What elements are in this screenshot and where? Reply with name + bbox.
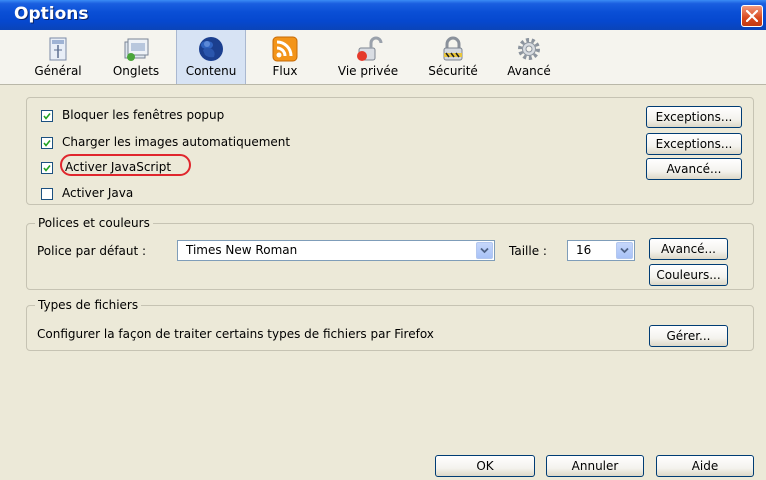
default-font-select[interactable]: Times New Roman [177,240,495,261]
tab-security[interactable]: Sécurité [420,30,486,84]
tab-content[interactable]: Contenu [176,30,246,84]
font-size-select[interactable]: 16 [567,240,635,261]
globe-icon [199,37,223,61]
javascript-advanced-button[interactable]: Avancé... [646,158,742,180]
general-icon [49,37,67,61]
javascript-checkbox[interactable] [41,162,53,174]
fonts-colors-group: Polices et couleurs Police par défaut : … [26,216,754,290]
default-font-label: Police par défaut : [37,244,147,258]
fonts-advanced-button[interactable]: Avancé... [649,238,728,260]
tab-tabs-label: Onglets [112,64,160,78]
chevron-down-icon[interactable] [616,242,633,259]
font-size-value: 16 [576,243,592,257]
javascript-highlight-ring [60,154,191,176]
file-types-title: Types de fichiers [35,298,142,312]
manage-button[interactable]: Gérer... [649,325,728,347]
tab-advanced[interactable]: Avancé [500,30,558,84]
size-label: Taille : [509,244,547,258]
security-lock-icon [443,36,463,61]
tab-tabs[interactable]: Onglets [104,30,168,84]
checkmark-icon [43,140,51,147]
tab-privacy-label: Vie privée [337,64,399,78]
help-button[interactable]: Aide [656,455,754,477]
tab-feeds-label: Flux [272,64,298,78]
fonts-colors-title: Polices et couleurs [35,216,153,230]
content-group: Bloquer les fenêtres popup Exceptions...… [26,97,754,205]
feed-icon [272,36,298,62]
close-icon [746,10,758,22]
checkmark-icon [43,165,51,172]
popup-checkbox[interactable] [41,110,53,122]
options-dialog: Options Général Onglets Contenu Flux Vie… [0,0,766,480]
tabs-icon [124,38,149,61]
options-toolbar: Général Onglets Contenu Flux Vie privée … [0,30,766,85]
gear-icon [518,38,540,60]
checkmark-icon [43,113,51,120]
tab-general[interactable]: Général [26,30,90,84]
tab-content-label: Contenu [185,64,237,78]
tab-privacy[interactable]: Vie privée [330,30,406,84]
file-types-description: Configurer la façon de traiter certains … [37,327,434,341]
tab-security-label: Sécurité [428,64,478,78]
title-bar[interactable]: Options [0,0,766,30]
java-checkbox[interactable] [41,188,53,200]
java-label[interactable]: Activer Java [62,186,133,200]
privacy-lock-icon [357,36,383,61]
default-font-value: Times New Roman [186,243,298,257]
close-button[interactable] [741,5,763,27]
popup-label[interactable]: Bloquer les fenêtres popup [62,108,224,122]
images-checkbox[interactable] [41,137,53,149]
tab-advanced-label: Avancé [507,64,551,78]
colors-button[interactable]: Couleurs... [649,264,728,286]
images-exceptions-button[interactable]: Exceptions... [646,133,742,155]
images-label[interactable]: Charger les images automatiquement [62,135,290,149]
tab-feeds[interactable]: Flux [256,30,314,84]
chevron-down-icon[interactable] [476,242,493,259]
window-title: Options [14,4,89,24]
tab-general-label: Général [34,64,82,78]
ok-button[interactable]: OK [435,455,535,477]
cancel-button[interactable]: Annuler [546,455,644,477]
popup-exceptions-button[interactable]: Exceptions... [646,106,742,128]
file-types-group: Types de fichiers Configurer la façon de… [26,298,754,351]
